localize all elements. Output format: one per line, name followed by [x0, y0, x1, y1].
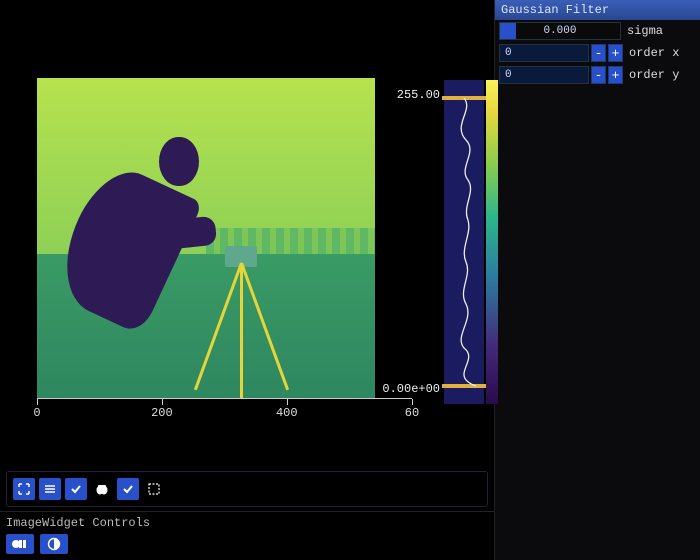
panel-title: Gaussian Filter	[495, 0, 700, 20]
order-x-input[interactable]: 0	[499, 44, 589, 62]
check-button-2[interactable]	[117, 478, 139, 500]
check-button-1[interactable]	[65, 478, 87, 500]
hist-max-label: 255.00	[397, 88, 440, 102]
histogram[interactable]: 255.00 0.00e+00	[444, 80, 484, 404]
x-tick-label: 0	[33, 406, 40, 420]
colorbar[interactable]	[486, 80, 498, 404]
sigma-label: sigma	[623, 24, 663, 38]
hist-curve	[444, 80, 484, 404]
footer-title: ImageWidget Controls	[6, 516, 488, 530]
order-y-decrement[interactable]: -	[591, 66, 606, 84]
footer-controls: ImageWidget Controls	[0, 511, 494, 560]
center-button[interactable]	[39, 478, 61, 500]
autoscale-button[interactable]	[13, 478, 35, 500]
order-y-input[interactable]: 0	[499, 66, 589, 84]
param-row-sigma: 0.000 sigma	[495, 20, 700, 42]
selection-mode-button[interactable]	[143, 478, 165, 500]
pan-mode-button[interactable]	[91, 478, 113, 500]
order-x-value: 0	[505, 47, 512, 59]
x-tick-label: 400	[276, 406, 298, 420]
x-tick-label: 60	[405, 406, 419, 420]
viewer-toolbar	[6, 471, 488, 507]
order-y-value: 0	[505, 69, 512, 81]
order-y-increment[interactable]: +	[608, 66, 623, 84]
hist-min-label: 0.00e+00	[382, 382, 440, 396]
contrast-button[interactable]	[40, 534, 68, 554]
order-x-decrement[interactable]: -	[591, 44, 606, 62]
image-display[interactable]	[37, 78, 375, 398]
sigma-slider[interactable]: 0.000	[499, 22, 621, 40]
order-x-label: order x	[625, 46, 679, 60]
colormap-button[interactable]	[6, 534, 34, 554]
order-y-label: order y	[625, 68, 679, 82]
order-x-increment[interactable]: +	[608, 44, 623, 62]
left-panel: 0 200 400 60 255.00 0.00e+00	[0, 0, 494, 560]
parameter-panel: Gaussian Filter 0.000 sigma 0 - + order …	[494, 0, 700, 560]
sigma-value: 0.000	[500, 23, 620, 39]
x-axis: 0 200 400 60	[37, 398, 412, 428]
image-viewer[interactable]: 0 200 400 60 255.00 0.00e+00	[0, 0, 494, 467]
plot-area: 0 200 400 60 255.00 0.00e+00	[10, 10, 484, 467]
param-row-order-x: 0 - + order x	[495, 42, 700, 64]
x-tick-label: 200	[151, 406, 173, 420]
image-subject	[71, 132, 223, 340]
app-root: 0 200 400 60 255.00 0.00e+00	[0, 0, 700, 560]
param-row-order-y: 0 - + order y	[495, 64, 700, 86]
